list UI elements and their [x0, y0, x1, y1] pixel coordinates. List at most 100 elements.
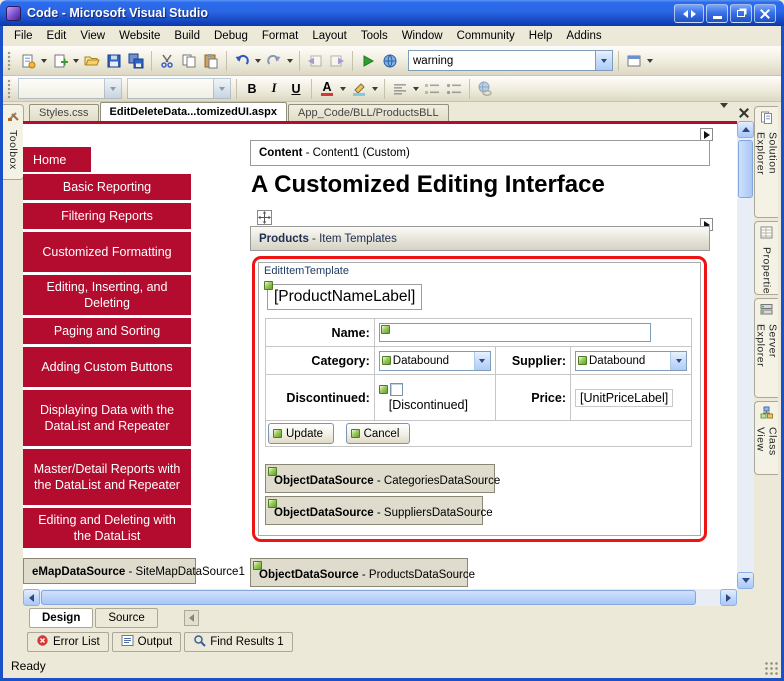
tab-design-view[interactable]: Design: [29, 608, 93, 628]
save-icon[interactable]: [104, 51, 124, 71]
new-project-icon[interactable]: [18, 51, 38, 71]
alignment-dropdown-icon[interactable]: [413, 87, 419, 91]
save-all-icon[interactable]: [126, 51, 146, 71]
nav-master-detail[interactable]: Master/Detail Reports with the DataList …: [23, 449, 191, 505]
menu-website[interactable]: Website: [112, 27, 167, 45]
font-name-arrow-icon[interactable]: [213, 79, 230, 98]
unit-price-label-control[interactable]: [UnitPriceLabel]: [575, 389, 673, 407]
menu-view[interactable]: View: [73, 27, 112, 45]
menu-addins[interactable]: Addins: [559, 27, 608, 45]
tab-class-view[interactable]: Class View: [754, 401, 778, 475]
menu-help[interactable]: Help: [522, 27, 560, 45]
open-file-icon[interactable]: [82, 51, 102, 71]
menu-file[interactable]: File: [7, 27, 40, 45]
horizontal-scroll-thumb[interactable]: [41, 590, 696, 605]
nav-paging-sorting[interactable]: Paging and Sorting: [23, 318, 191, 344]
nav-basic-reporting[interactable]: Basic Reporting: [23, 174, 191, 200]
nav-home[interactable]: Home: [23, 147, 91, 172]
start-debug-icon[interactable]: [358, 51, 378, 71]
nav-editing-deleting-datalist[interactable]: Editing and Deleting with the DataList: [23, 508, 191, 548]
paste-icon[interactable]: [201, 51, 221, 71]
content-placeholder-header[interactable]: Content - Content1 (Custom): [250, 140, 710, 166]
suppliers-datasource-control[interactable]: ObjectDataSource - SuppliersDataSource: [265, 496, 483, 525]
discontinued-checkbox[interactable]: [390, 383, 403, 396]
undo-dropdown-icon[interactable]: [255, 59, 261, 63]
scroll-down-icon[interactable]: [737, 572, 754, 589]
add-item-dropdown-icon[interactable]: [73, 59, 79, 63]
scroll-right-icon[interactable]: [720, 589, 737, 606]
supplier-dropdown[interactable]: Databound: [575, 351, 687, 371]
resize-grip[interactable]: [765, 662, 779, 676]
menu-debug[interactable]: Debug: [207, 27, 255, 45]
dock-arrows-button[interactable]: [674, 4, 704, 23]
products-control-header[interactable]: Products - Item Templates: [250, 226, 710, 251]
tab-error-list[interactable]: Error List: [27, 632, 109, 652]
tab-solution-explorer[interactable]: Solution Explorer: [754, 106, 778, 218]
vertical-scroll-thumb[interactable]: [738, 140, 753, 198]
tab-styles-css[interactable]: Styles.css: [29, 104, 99, 121]
highlight-dropdown-icon[interactable]: [372, 87, 378, 91]
menu-layout[interactable]: Layout: [305, 27, 354, 45]
category-dropdown[interactable]: Databound: [379, 351, 491, 371]
cut-icon[interactable]: [157, 51, 177, 71]
tab-server-explorer[interactable]: Server Explorer: [754, 298, 778, 398]
target-rule-arrow-icon[interactable]: [104, 79, 121, 98]
other-windows-dropdown-icon[interactable]: [647, 59, 653, 63]
menu-build[interactable]: Build: [167, 27, 207, 45]
scroll-up-icon[interactable]: [737, 121, 754, 138]
bullet-list-icon[interactable]: [444, 79, 464, 99]
toolbar-search-input[interactable]: [409, 55, 595, 67]
nav-editing-inserting-deleting[interactable]: Editing, Inserting, and Deleting: [23, 275, 191, 315]
copy-icon[interactable]: [179, 51, 199, 71]
menu-community[interactable]: Community: [450, 27, 522, 45]
name-textbox[interactable]: [379, 323, 651, 342]
edit-item-template-region[interactable]: EditItemTemplate [ProductNameLabel] Name…: [252, 256, 707, 542]
cancel-button[interactable]: Cancel: [346, 423, 411, 444]
tab-output[interactable]: Output: [112, 632, 182, 652]
products-datasource-control[interactable]: ObjectDataSource - ProductsDataSource: [250, 558, 468, 587]
browse-with-icon[interactable]: [380, 51, 400, 71]
target-rule-input[interactable]: [19, 83, 104, 95]
minimize-button[interactable]: [706, 4, 728, 23]
nav-adding-custom-buttons[interactable]: Adding Custom Buttons: [23, 347, 191, 387]
menu-format[interactable]: Format: [255, 27, 305, 45]
menu-window[interactable]: Window: [395, 27, 450, 45]
bold-button[interactable]: B: [242, 79, 262, 99]
close-button[interactable]: [754, 4, 776, 23]
font-name-input[interactable]: [128, 83, 213, 95]
numbered-list-icon[interactable]: [422, 79, 442, 99]
alignment-icon[interactable]: [390, 79, 410, 99]
update-button[interactable]: Update: [268, 423, 334, 444]
hyperlink-icon[interactable]: [475, 79, 495, 99]
font-color-dropdown-icon[interactable]: [340, 87, 346, 91]
product-name-label-control[interactable]: [ProductNameLabel]: [267, 284, 422, 310]
view-tab-scroll-left-icon[interactable]: [184, 610, 199, 626]
toolbar-grip[interactable]: [7, 79, 12, 99]
font-color-icon[interactable]: A: [317, 79, 337, 99]
underline-button[interactable]: U: [286, 79, 306, 99]
target-rule-combobox[interactable]: [18, 78, 122, 99]
dropdown-arrow-icon[interactable]: [474, 352, 490, 370]
tab-properties[interactable]: Properties: [754, 221, 778, 295]
tab-find-results[interactable]: Find Results 1: [184, 632, 293, 652]
tab-source-view[interactable]: Source: [95, 608, 157, 628]
menu-edit[interactable]: Edit: [40, 27, 74, 45]
tab-list-dropdown-icon[interactable]: [719, 108, 729, 120]
dropdown-arrow-icon[interactable]: [670, 352, 686, 370]
toolbar-grip[interactable]: [7, 51, 12, 71]
scroll-left-icon[interactable]: [23, 589, 40, 606]
vertical-scrollbar[interactable]: [737, 121, 754, 589]
add-item-icon[interactable]: [50, 51, 70, 71]
tab-productsbll[interactable]: App_Code/BLL/ProductsBLL: [288, 104, 449, 121]
navigate-back-icon[interactable]: [305, 51, 325, 71]
menu-tools[interactable]: Tools: [354, 27, 395, 45]
search-dropdown-arrow-icon[interactable]: [595, 51, 612, 70]
tab-editdeletedata-aspx[interactable]: EditDeleteData...tomizedUI.aspx: [100, 102, 288, 121]
highlight-icon[interactable]: [349, 79, 369, 99]
restore-button[interactable]: [730, 4, 752, 23]
redo-dropdown-icon[interactable]: [287, 59, 293, 63]
undo-icon[interactable]: [232, 51, 252, 71]
categories-datasource-control[interactable]: ObjectDataSource - CategoriesDataSource: [265, 464, 495, 493]
nav-filtering-reports[interactable]: Filtering Reports: [23, 203, 191, 229]
nav-displaying-data[interactable]: Displaying Data with the DataList and Re…: [23, 390, 191, 446]
